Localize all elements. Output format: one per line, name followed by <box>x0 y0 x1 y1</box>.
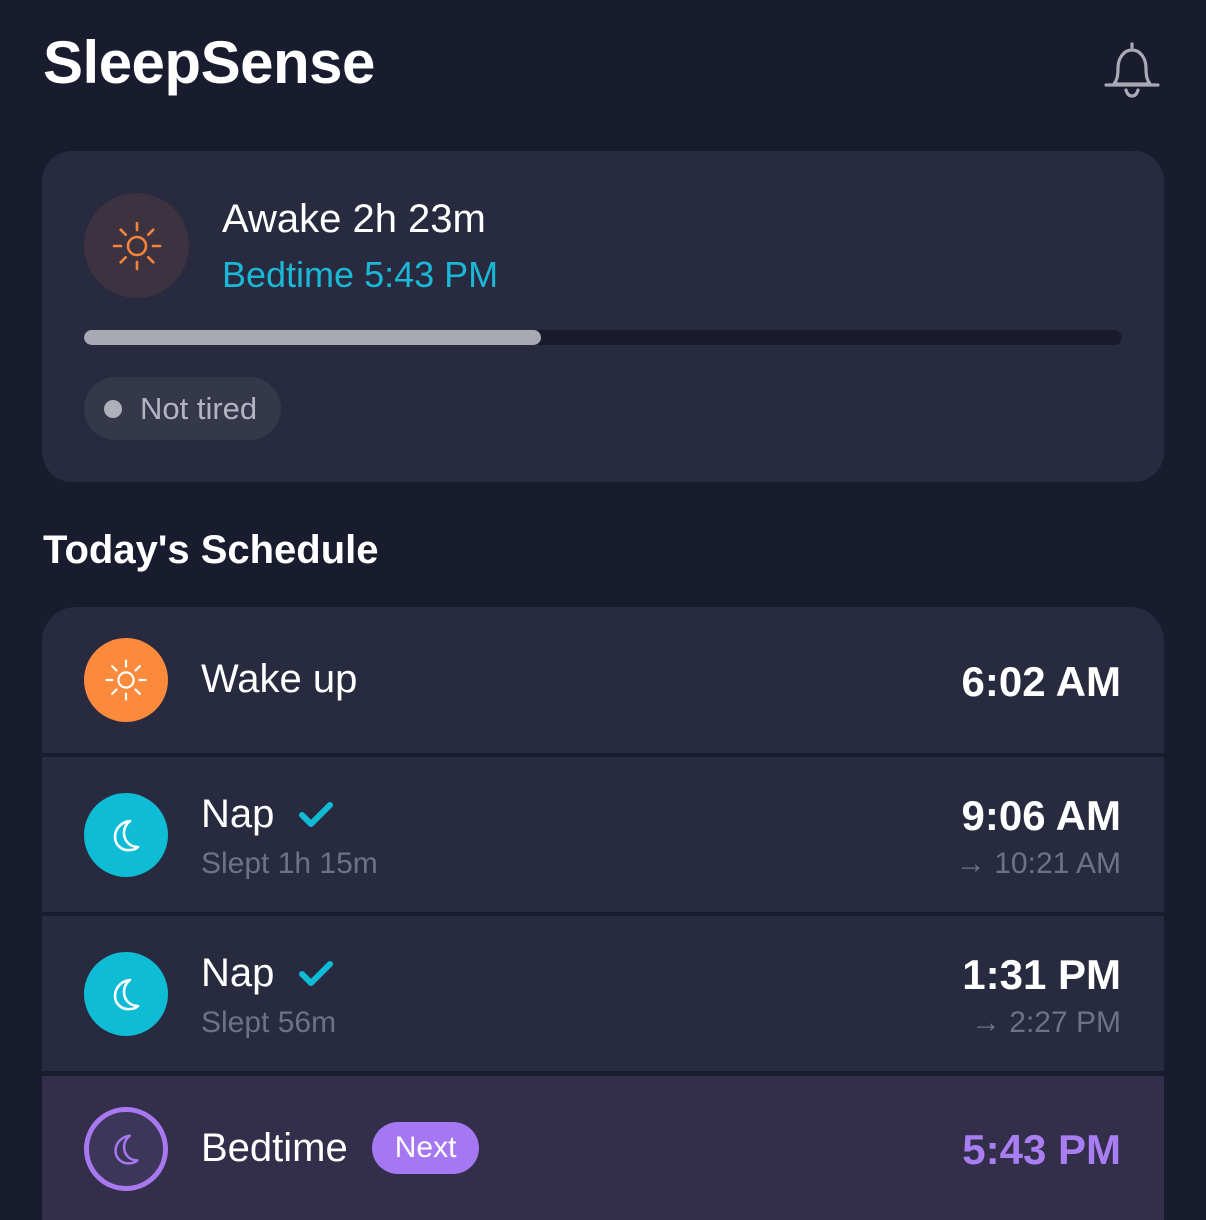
schedule-item-nap-1[interactable]: Nap Slept 1h 15m 9:06 AM → 10:21 AM <box>42 757 1164 912</box>
schedule-item-duration: Slept 1h 15m <box>201 847 378 880</box>
moon-icon <box>113 819 140 852</box>
schedule-item-nap-2[interactable]: Nap Slept 56m 1:31 PM → 2:27 PM <box>42 916 1164 1071</box>
schedule-item-time: 5:43 PM <box>962 1126 1121 1173</box>
schedule-item-title: Wake up <box>201 657 357 702</box>
sun-icon <box>112 221 161 270</box>
schedule-list: Wake up 6:02 AM Nap Slept 1h 15m 9:06 AM… <box>42 607 1164 1220</box>
awake-duration: Awake 2h 23m <box>222 197 486 241</box>
awake-sun-badge <box>84 193 189 298</box>
tiredness-chip: Not tired <box>84 377 282 440</box>
check-icon <box>299 801 334 827</box>
schedule-item-label: Nap <box>201 792 275 836</box>
schedule-item-end-time: → 2:27 PM <box>970 1006 1121 1039</box>
check-icon <box>299 960 334 986</box>
header: SleepSense <box>43 28 1163 108</box>
schedule-item-title: Bedtime Next <box>201 1122 480 1174</box>
nap-icon-badge <box>84 952 168 1036</box>
app-title: SleepSense <box>43 29 375 96</box>
moon-icon <box>113 978 140 1011</box>
schedule-item-bedtime[interactable]: Bedtime Next 5:43 PM <box>42 1076 1164 1220</box>
schedule-item-end-time: → 10:21 AM <box>955 847 1121 880</box>
schedule-item-title: Nap <box>201 951 334 996</box>
schedule-item-time: 6:02 AM <box>961 658 1122 705</box>
schedule-item-label: Bedtime <box>201 1125 348 1170</box>
schedule-item-label: Nap <box>201 951 275 995</box>
app-root: SleepSense Awake 2h 23m Bedtime 5:43 PM … <box>0 0 1206 1220</box>
schedule-title: Today's Schedule <box>43 528 379 572</box>
schedule-item-duration: Slept 56m <box>201 1006 337 1039</box>
awake-progress-bar <box>84 330 1122 345</box>
awake-status-card: Awake 2h 23m Bedtime 5:43 PM Not tired <box>42 151 1164 482</box>
sun-icon <box>105 659 147 701</box>
next-badge: Next <box>371 1122 480 1174</box>
schedule-item-wake-up[interactable]: Wake up 6:02 AM <box>42 607 1164 753</box>
bedtime-countdown: Bedtime 5:43 PM <box>222 254 499 295</box>
schedule-item-title: Nap <box>201 792 334 837</box>
moon-icon <box>114 1134 139 1165</box>
wake-icon-badge <box>84 638 168 722</box>
bedtime-icon-badge <box>84 1107 168 1191</box>
schedule-item-label: Wake up <box>201 657 358 701</box>
schedule-item-time: 9:06 AM <box>961 792 1122 839</box>
schedule-item-time: 1:31 PM <box>962 951 1121 998</box>
tiredness-label: Not tired <box>140 390 258 426</box>
tiredness-dot <box>104 399 122 418</box>
nap-icon-badge <box>84 793 168 877</box>
bell-icon[interactable] <box>1101 38 1163 100</box>
awake-progress-fill <box>84 330 541 345</box>
